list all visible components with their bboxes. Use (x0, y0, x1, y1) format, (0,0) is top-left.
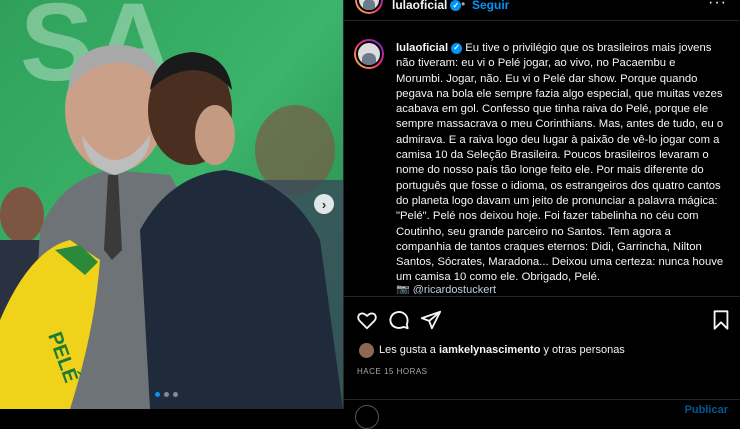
caption-avatar[interactable] (354, 39, 384, 69)
verified-badge-icon: ✓ (450, 0, 462, 12)
carousel-dots (155, 392, 178, 397)
likes-suffix: y otras personas (540, 344, 625, 356)
carousel-dot (164, 392, 169, 397)
comment-bar: Publicar (344, 399, 740, 429)
follow-button[interactable]: Seguir (472, 0, 509, 12)
photo-credit-mention[interactable]: 📷 @ricardostuckert (396, 283, 496, 294)
heart-icon[interactable] (356, 309, 378, 331)
chevron-right-icon: › (321, 196, 327, 212)
publish-button[interactable]: Publicar (685, 404, 728, 416)
post-header: lulaoficial ✓ • Seguir ··· (344, 0, 740, 21)
share-icon[interactable] (420, 309, 442, 331)
verified-badge-icon: ✓ (451, 42, 463, 54)
post-timestamp[interactable]: HACE 15 HORAS (357, 367, 428, 376)
carousel-next-button[interactable]: › (314, 194, 334, 214)
carousel-dot (155, 392, 160, 397)
carousel-dot (173, 392, 178, 397)
caption-text: Eu tive o privilégio que os brasileiros … (396, 42, 724, 284)
post-actions: Les gusta a iamkelynascimento y otras pe… (344, 296, 740, 401)
caption-username[interactable]: lulaoficial ✓ (396, 42, 463, 54)
likes-prefix: Les gusta a (379, 344, 439, 356)
post-caption: lulaoficial ✓ Eu tive o privilégio que os… (396, 41, 724, 286)
post-photo[interactable]: SA PELÉ › (0, 0, 343, 409)
likes-summary[interactable]: Les gusta a iamkelynascimento y otras pe… (379, 344, 625, 356)
header-username[interactable]: lulaoficial ✓ (392, 0, 462, 12)
bookmark-icon[interactable] (710, 309, 732, 331)
likes-user[interactable]: iamkelynascimento (439, 344, 541, 356)
post-details-panel: lulaoficial ✓ • Seguir ··· lulaoficial ✓ E… (343, 0, 740, 429)
comment-icon[interactable] (388, 309, 410, 331)
avatar[interactable] (355, 0, 383, 14)
photo-image: SA PELÉ (0, 0, 343, 409)
liker-avatar[interactable] (359, 343, 374, 358)
separator: • (461, 0, 466, 11)
more-options-icon[interactable]: ··· (708, 0, 727, 12)
